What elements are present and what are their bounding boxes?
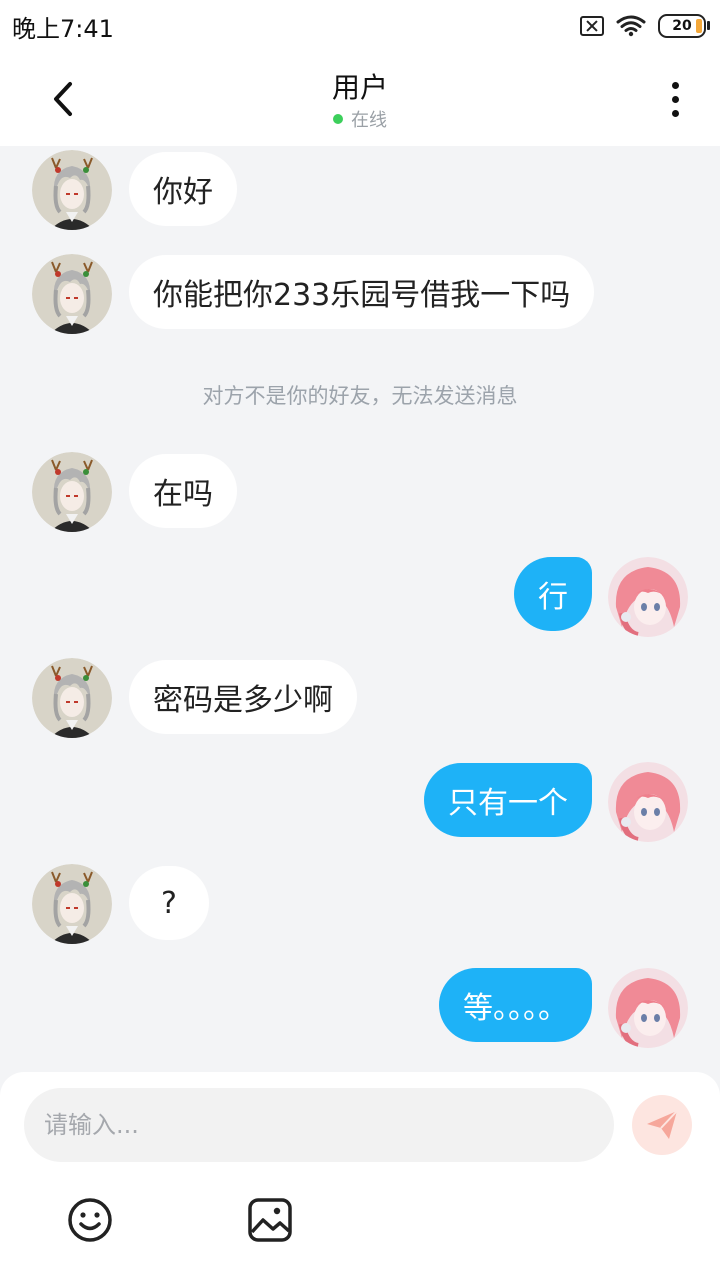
contact-avatar[interactable] (32, 864, 112, 944)
more-options-button[interactable] (660, 78, 690, 124)
message-bubble-received[interactable]: 你能把你233乐园号借我一下吗 (129, 255, 595, 329)
more-dot (671, 110, 679, 117)
message-text: 你好 (153, 175, 213, 210)
battery-tip (707, 21, 710, 30)
battery-level: 20 (672, 18, 692, 34)
more-dot (671, 96, 679, 103)
message-composer (0, 1072, 720, 1280)
more-dot (671, 82, 679, 89)
image-icon (248, 1198, 292, 1242)
message-text: ? (161, 885, 177, 921)
wifi-icon (616, 15, 646, 37)
message-text: 密码是多少啊 (153, 683, 333, 718)
page-title: 用户 (331, 71, 388, 104)
battery-fill (696, 19, 702, 33)
send-button[interactable] (632, 1095, 692, 1155)
message-text: 你能把你233乐园号借我一下吗 (153, 278, 571, 313)
battery-indicator: 20 (658, 14, 710, 38)
emoji-icon (68, 1198, 112, 1242)
self-avatar[interactable] (608, 968, 688, 1048)
emoji-button[interactable] (66, 1196, 114, 1244)
status-time: 晚上7:41 (12, 14, 114, 43)
contact-avatar[interactable] (32, 658, 112, 738)
no-sim-icon (580, 16, 604, 36)
status-bar: 晚上7:41 20 (0, 0, 720, 52)
message-input[interactable] (24, 1088, 614, 1162)
message-text: 只有一个 (448, 786, 568, 821)
message-bubble-received[interactable]: 你好 (129, 152, 237, 226)
message-text: 在吗 (153, 477, 213, 512)
message-bubble-received[interactable]: 在吗 (129, 454, 237, 528)
contact-avatar[interactable] (32, 150, 112, 230)
contact-avatar[interactable] (32, 254, 112, 334)
self-avatar[interactable] (608, 557, 688, 637)
status-icons: 20 (580, 14, 710, 38)
contact-avatar[interactable] (32, 452, 112, 532)
message-bubble-received[interactable]: 密码是多少啊 (129, 660, 357, 734)
online-dot (333, 114, 343, 124)
self-avatar[interactable] (608, 762, 688, 842)
message-text: 等。。。。 (463, 991, 568, 1026)
message-text: 行 (538, 580, 568, 615)
chat-header: 用户 在线 (0, 52, 720, 146)
system-notice: 对方不是你的好友，无法发送消息 (202, 384, 518, 408)
message-bubble-sent[interactable]: 等。。。。 (439, 968, 592, 1042)
online-status: 在线 (0, 106, 720, 132)
message-bubble-sent[interactable]: 只有一个 (424, 763, 592, 837)
send-icon (647, 1110, 678, 1139)
message-bubble-received[interactable]: ? (129, 866, 209, 940)
image-button[interactable] (246, 1196, 294, 1244)
message-bubble-sent[interactable]: 行 (514, 557, 592, 631)
online-label: 在线 (351, 110, 387, 131)
